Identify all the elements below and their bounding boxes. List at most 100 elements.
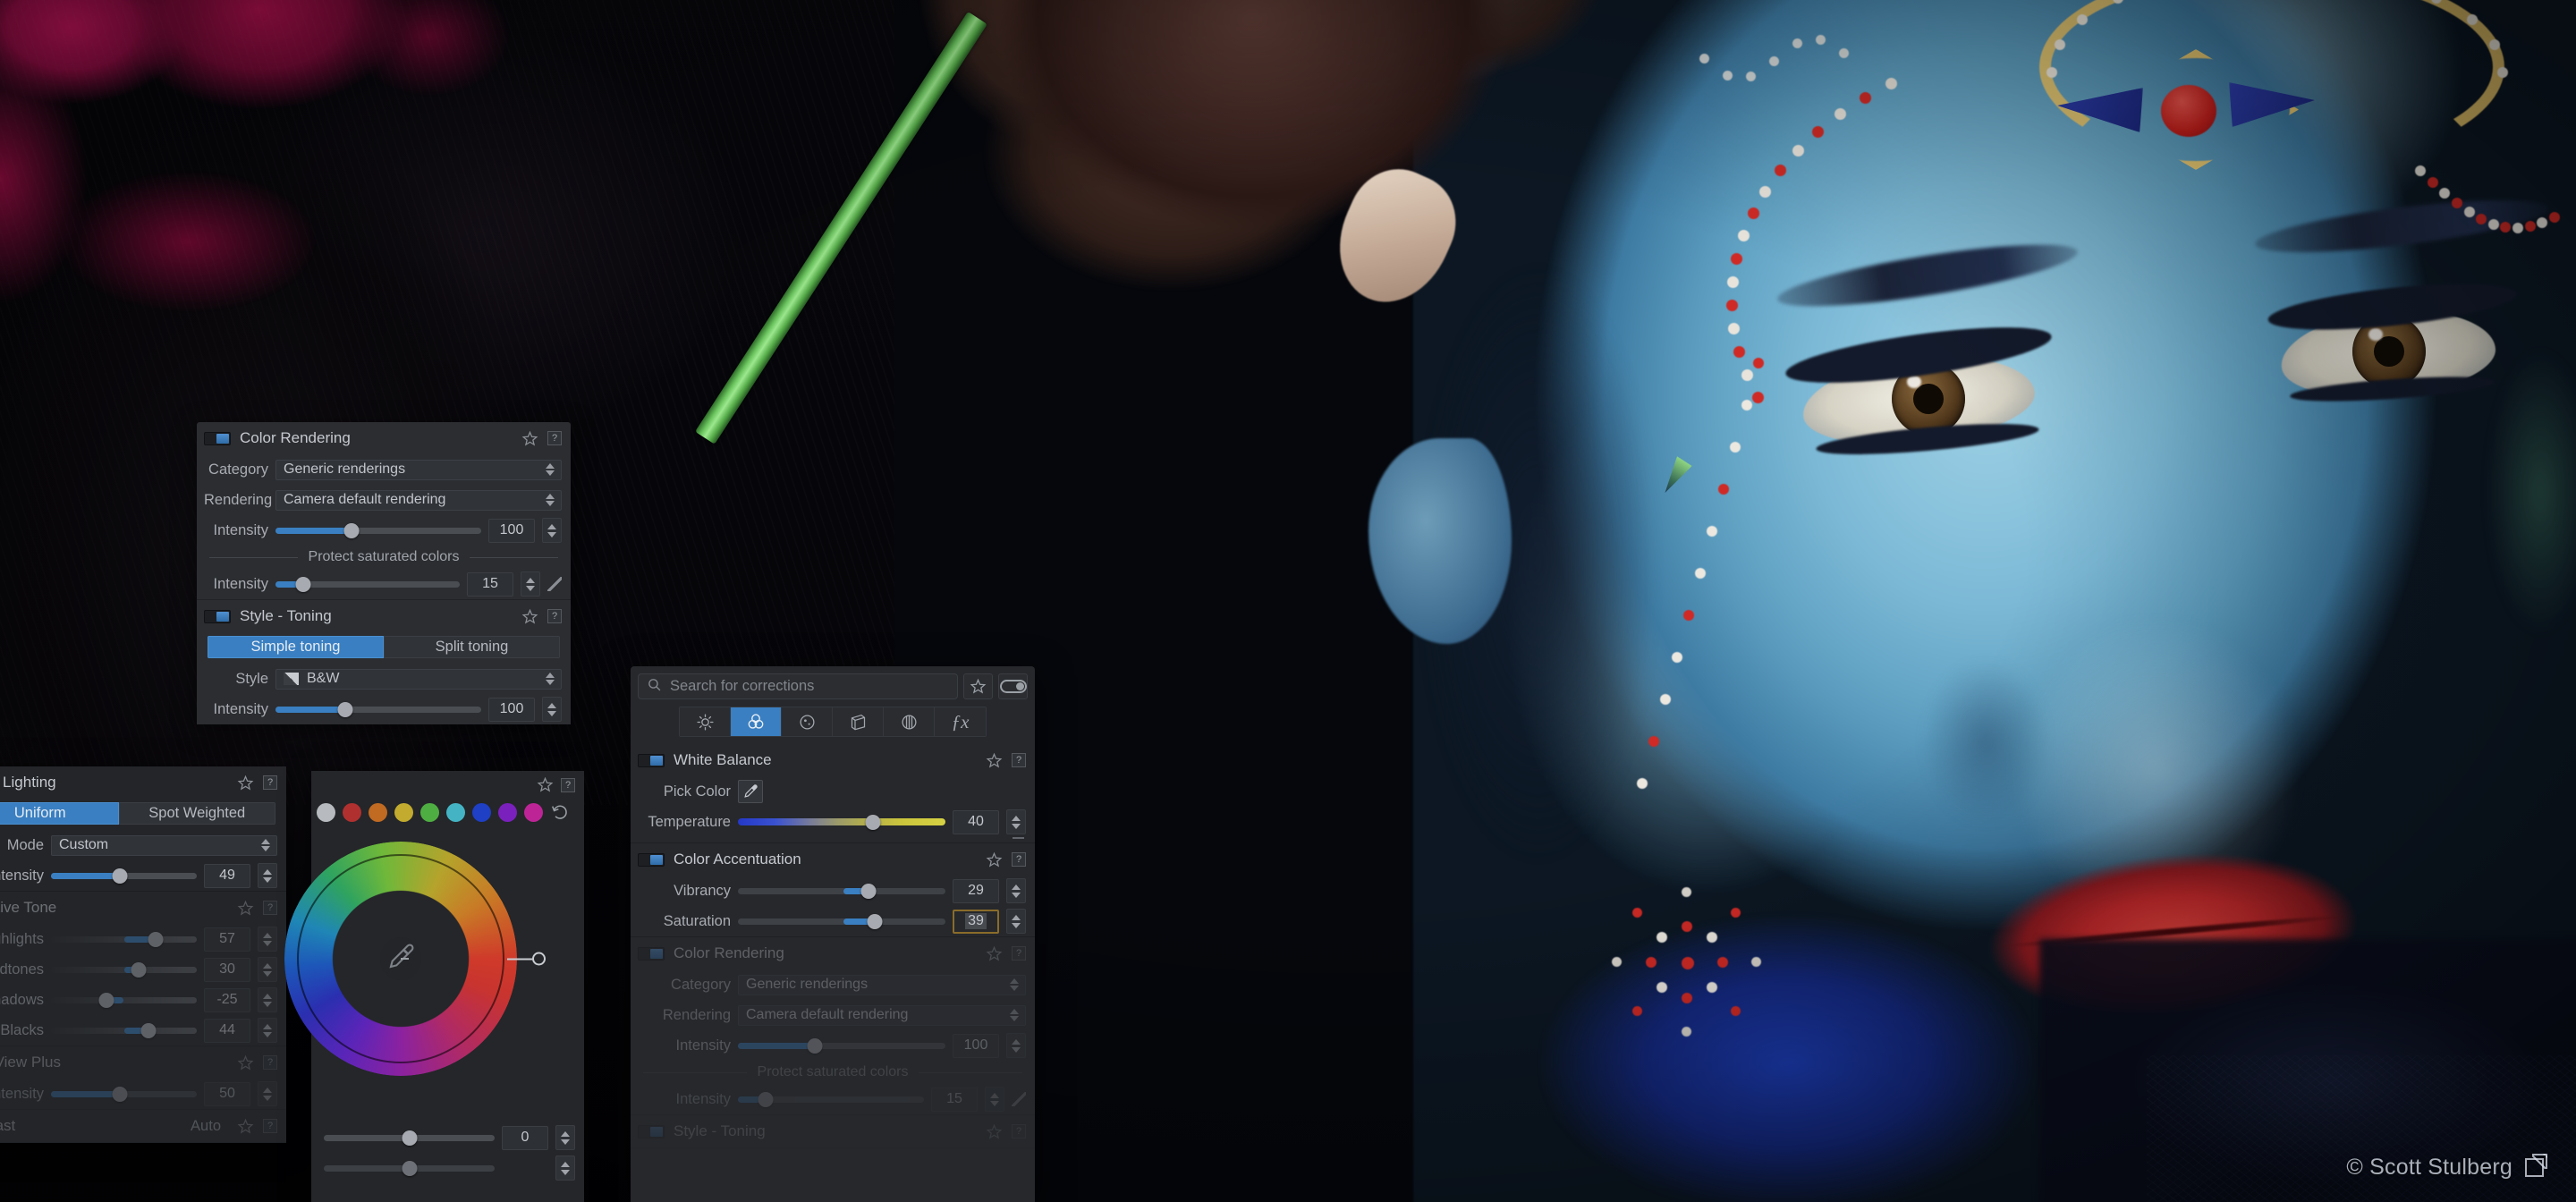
group-header-color-accentuation[interactable]: Color Accentuation ?: [631, 843, 1035, 876]
intensity-slider-2[interactable]: [738, 1037, 945, 1054]
color-swatch-1[interactable]: [343, 802, 361, 822]
row-category-2[interactable]: Category Generic renderings: [631, 969, 1035, 1000]
vibrancy-slider[interactable]: [738, 883, 945, 899]
slider-knob[interactable]: [402, 1160, 417, 1176]
row-intensity-2[interactable]: Intensity 100: [631, 1030, 1035, 1061]
group-header-selective-tone[interactable]: Selective Tone ?: [0, 892, 286, 924]
wheel-slider-1[interactable]: [324, 1130, 495, 1146]
temperature-slider[interactable]: [738, 814, 945, 830]
row-wheel-slider-2[interactable]: [311, 1153, 584, 1183]
help-icon[interactable]: ?: [263, 775, 277, 790]
protect-intensity-stepper[interactable]: [521, 571, 540, 597]
row-midtones[interactable]: Midtones 30: [0, 954, 286, 985]
edit-pencil-icon[interactable]: [547, 577, 562, 591]
slider-knob[interactable]: [402, 1130, 417, 1146]
clearview-intensity-stepper[interactable]: [258, 1081, 277, 1106]
slider-knob[interactable]: [148, 931, 164, 947]
search-input[interactable]: Search for corrections: [638, 673, 958, 699]
row-smart-lighting-intensity[interactable]: Intensity 49: [0, 860, 286, 891]
blacks-value[interactable]: 44: [204, 1018, 250, 1043]
temperature-stepper[interactable]: [1006, 809, 1026, 834]
wheel-slider-2[interactable]: [324, 1160, 495, 1176]
intensity-value[interactable]: 100: [488, 518, 535, 543]
help-icon[interactable]: ?: [1012, 753, 1026, 767]
protect-intensity-value[interactable]: 15: [467, 571, 513, 597]
correction-category-tabs[interactable]: ƒx: [679, 707, 987, 737]
group-header-white-balance[interactable]: White Balance ?: [631, 744, 1035, 776]
toning-intensity-value[interactable]: 100: [488, 697, 535, 722]
row-style[interactable]: Style B&W: [197, 664, 571, 694]
protect-intensity-slider[interactable]: [275, 576, 460, 592]
row-toning-intensity[interactable]: Intensity 100: [197, 694, 571, 724]
vibrancy-stepper[interactable]: [1006, 878, 1026, 903]
segment-simple-toning[interactable]: Simple toning: [208, 636, 384, 658]
reset-arrow-icon[interactable]: [550, 802, 570, 822]
slider-knob[interactable]: [140, 1022, 157, 1038]
slider-knob[interactable]: [860, 883, 877, 899]
help-icon[interactable]: ?: [547, 609, 562, 623]
slider-knob[interactable]: [865, 814, 881, 830]
star-icon[interactable]: [537, 776, 554, 793]
tab-local-adjustments[interactable]: [884, 707, 935, 736]
color-swatch-8[interactable]: [524, 802, 543, 822]
wheel-slider-2-value[interactable]: [502, 1156, 548, 1181]
group-header-smart-lighting[interactable]: Smart Lighting ?: [0, 766, 286, 799]
row-wheel-slider-1[interactable]: 0: [311, 1122, 584, 1153]
help-icon[interactable]: ?: [547, 431, 562, 445]
row-mode[interactable]: Mode Custom: [0, 830, 286, 860]
help-icon[interactable]: ?: [1012, 852, 1026, 867]
intensity-value-2[interactable]: 100: [953, 1033, 999, 1058]
row-clearview-intensity[interactable]: Intensity 50: [0, 1079, 286, 1109]
slider-knob[interactable]: [98, 992, 114, 1008]
segment-split-toning[interactable]: Split toning: [384, 636, 560, 658]
row-protect-intensity-2[interactable]: Intensity 15: [631, 1084, 1035, 1114]
row-protect-intensity[interactable]: Intensity 15: [197, 569, 571, 599]
protect-intensity-slider-2[interactable]: [738, 1091, 924, 1107]
row-temperature[interactable]: Temperature 40: [631, 807, 1035, 837]
toning-mode-segmented[interactable]: Simple toning Split toning: [208, 636, 560, 658]
vibrancy-value[interactable]: 29: [953, 878, 999, 903]
tab-effects[interactable]: ƒx: [935, 707, 986, 736]
wheel-handle-knob[interactable]: [532, 952, 546, 966]
shadows-stepper[interactable]: [258, 987, 277, 1012]
row-vibrancy[interactable]: Vibrancy 29: [631, 876, 1035, 906]
light-adjustments-panel[interactable]: Smart Lighting ? Uniform Spot Weighted M…: [0, 766, 286, 1143]
highlights-value[interactable]: 57: [204, 927, 250, 952]
group-header-clearview-plus[interactable]: ClearView Plus ?: [0, 1046, 286, 1079]
highlights-stepper[interactable]: [258, 927, 277, 952]
row-category[interactable]: Category Generic renderings: [197, 454, 571, 485]
enable-toggle-icon[interactable]: [638, 753, 665, 767]
toning-intensity-stepper[interactable]: [542, 697, 562, 722]
highlights-slider[interactable]: [51, 931, 197, 947]
help-icon[interactable]: ?: [1012, 1124, 1026, 1139]
enable-toggle-icon[interactable]: [204, 609, 231, 623]
enable-toggle-icon[interactable]: [638, 852, 665, 867]
smart-lighting-intensity-stepper[interactable]: [258, 863, 277, 888]
tab-color[interactable]: [731, 707, 782, 736]
midtones-value[interactable]: 30: [204, 957, 250, 982]
protect-intensity-value-2[interactable]: 15: [931, 1087, 978, 1112]
group-header-style-toning[interactable]: Style - Toning ?: [197, 600, 571, 632]
enable-toggle-icon[interactable]: [638, 946, 665, 961]
intensity-slider[interactable]: [275, 522, 481, 538]
segment-uniform[interactable]: Uniform: [0, 802, 119, 825]
tab-light[interactable]: [680, 707, 731, 736]
rendering-select[interactable]: Camera default rendering: [275, 489, 562, 511]
star-icon[interactable]: [521, 608, 538, 625]
star-icon[interactable]: [521, 430, 538, 447]
help-icon[interactable]: ?: [263, 901, 277, 915]
collapse-dash-icon[interactable]: [1013, 837, 1024, 839]
slider-knob[interactable]: [337, 701, 353, 717]
smart-lighting-intensity-slider[interactable]: [51, 868, 197, 884]
segment-spot-weighted[interactable]: Spot Weighted: [118, 802, 275, 825]
row-rendering[interactable]: Rendering Camera default rendering: [197, 485, 571, 515]
row-intensity[interactable]: Intensity 100: [197, 515, 571, 546]
protect-intensity-stepper-2[interactable]: [985, 1087, 1004, 1112]
saturation-stepper[interactable]: [1006, 909, 1026, 934]
temperature-value[interactable]: 40: [953, 809, 999, 834]
edit-pencil-icon[interactable]: [1012, 1092, 1026, 1106]
category-select-2[interactable]: Generic renderings: [738, 974, 1026, 995]
color-swatch-0[interactable]: [317, 802, 335, 822]
row-pick-color[interactable]: Pick Color: [631, 776, 1035, 807]
mode-select[interactable]: Custom: [51, 834, 277, 856]
